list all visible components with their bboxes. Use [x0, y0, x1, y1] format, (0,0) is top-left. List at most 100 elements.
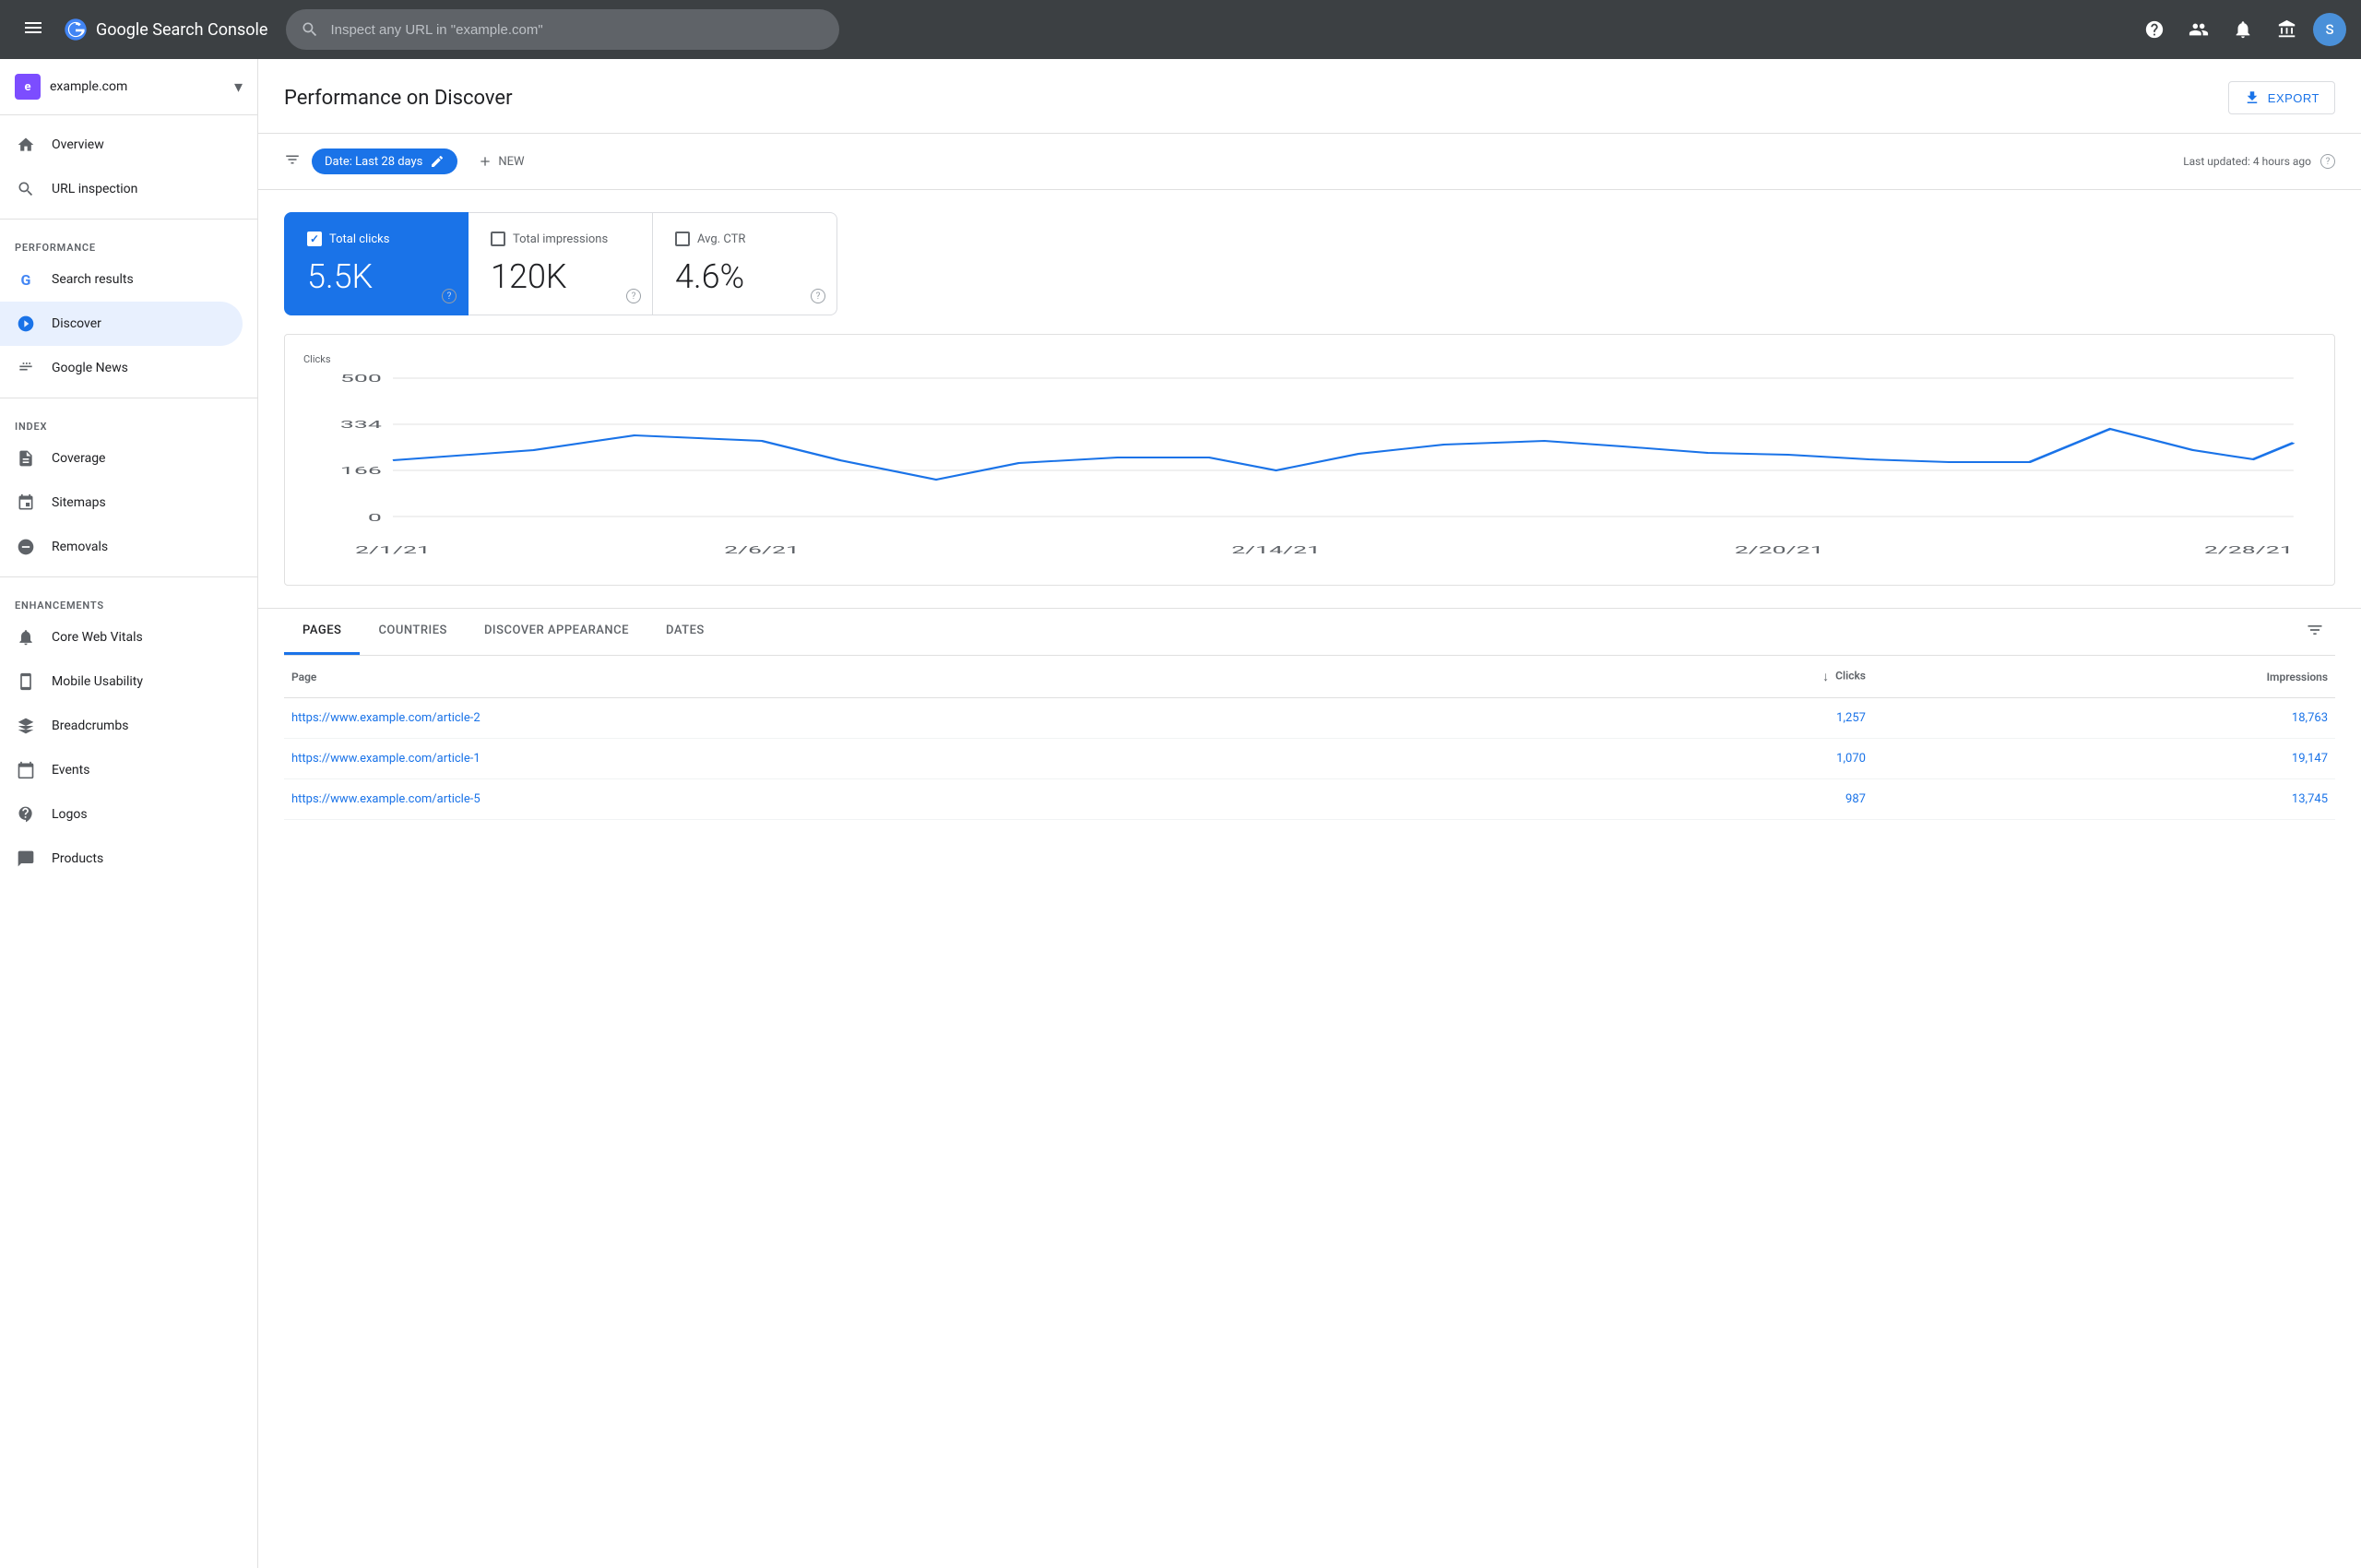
- data-table: Page ↓ Clicks Impressions https://www.ex…: [284, 656, 2335, 820]
- user-avatar[interactable]: S: [2313, 13, 2346, 46]
- sidebar-divider-3: [0, 576, 257, 577]
- nav-icons: S: [2136, 11, 2346, 48]
- tab-dates[interactable]: DATES: [647, 609, 723, 655]
- sidebar-item-logos[interactable]: Logos: [0, 792, 243, 837]
- discover-icon: [15, 313, 37, 335]
- sidebar: e example.com ▾ Overview URL inspection …: [0, 59, 258, 1568]
- sidebar-divider-1: [0, 219, 257, 220]
- new-filter-button[interactable]: NEW: [469, 148, 533, 174]
- table-section: PAGES COUNTRIES DISCOVER APPEARANCE DATE…: [258, 609, 2361, 842]
- metric-checkbox-ctr: [675, 232, 690, 246]
- export-button[interactable]: EXPORT: [2228, 81, 2335, 114]
- search-input[interactable]: [330, 22, 825, 38]
- sidebar-item-events[interactable]: Events: [0, 748, 243, 792]
- metric-value-ctr: 4.6%: [675, 257, 814, 296]
- sidebar-item-products[interactable]: Products: [0, 837, 243, 881]
- sidebar-item-discover[interactable]: Discover: [0, 302, 243, 346]
- events-icon: [15, 759, 37, 781]
- svg-text:2/20/21: 2/20/21: [1735, 544, 1824, 556]
- date-filter-chip[interactable]: Date: Last 28 days: [312, 148, 457, 174]
- sidebar-label-removals: Removals: [52, 540, 108, 554]
- page-title: Performance on Discover: [284, 87, 513, 110]
- tab-discover-appearance[interactable]: DISCOVER APPEARANCE: [466, 609, 647, 655]
- help-button[interactable]: [2136, 11, 2173, 48]
- sidebar-item-google-news[interactable]: Google News: [0, 346, 243, 390]
- sidebar-item-removals[interactable]: Removals: [0, 525, 243, 569]
- table-filter-icon[interactable]: [2295, 610, 2335, 655]
- metric-card-total-clicks[interactable]: ✓ Total clicks 5.5K ?: [284, 212, 469, 315]
- sidebar-item-breadcrumbs[interactable]: Breadcrumbs: [0, 704, 243, 748]
- sidebar-item-coverage[interactable]: Coverage: [0, 436, 243, 481]
- sidebar-item-core-web-vitals[interactable]: Core Web Vitals: [0, 615, 243, 659]
- app-logo: Google Search Console: [63, 17, 267, 42]
- search-nav-icon: [15, 178, 37, 200]
- svg-text:500: 500: [340, 373, 382, 385]
- main-header: Performance on Discover EXPORT: [258, 59, 2361, 134]
- sidebar-label-logos: Logos: [52, 807, 88, 822]
- filter-icon: [284, 151, 301, 172]
- metric-card-total-impressions[interactable]: Total impressions 120K ?: [469, 212, 653, 315]
- line-chart: 500 334 166 0 2/1/21 2/6/21 2/14/21 2/20…: [303, 369, 2316, 572]
- sidebar-label-overview: Overview: [52, 137, 104, 152]
- metric-help-clicks[interactable]: ?: [442, 289, 457, 303]
- metric-value-impressions: 120K: [491, 257, 630, 296]
- cell-page[interactable]: https://www.example.com/article-2: [284, 698, 1521, 739]
- sidebar-label-discover: Discover: [52, 316, 101, 331]
- table-row: https://www.example.com/article-5 987 13…: [284, 779, 2335, 820]
- app-layout: e example.com ▾ Overview URL inspection …: [0, 59, 2361, 1568]
- chart-area: Clicks 500 334 166 0 2/1/21: [258, 315, 2361, 609]
- col-header-clicks[interactable]: ↓ Clicks: [1521, 656, 1873, 698]
- vitals-icon: [15, 626, 37, 648]
- metric-value-clicks: 5.5K: [307, 257, 445, 296]
- sort-icon: ↓: [1822, 670, 1829, 684]
- property-chevron-icon: ▾: [234, 77, 243, 97]
- app-title: Google Search Console: [96, 20, 267, 40]
- notifications-button[interactable]: [2225, 11, 2261, 48]
- metrics-row: ✓ Total clicks 5.5K ? Total impressions …: [258, 190, 2361, 315]
- google-g-icon: G: [15, 268, 37, 291]
- apps-button[interactable]: [2269, 11, 2306, 48]
- tab-pages[interactable]: PAGES: [284, 609, 360, 655]
- svg-text:2/6/21: 2/6/21: [724, 544, 800, 556]
- topnav: Google Search Console S: [0, 0, 2361, 59]
- cell-clicks: 987: [1521, 779, 1873, 820]
- property-selector[interactable]: e example.com ▾: [0, 59, 257, 115]
- hamburger-menu[interactable]: [15, 9, 52, 51]
- sitemaps-icon: [15, 492, 37, 514]
- property-icon: e: [15, 74, 41, 100]
- svg-text:166: 166: [340, 465, 382, 477]
- sidebar-item-mobile-usability[interactable]: Mobile Usability: [0, 659, 243, 704]
- cell-impressions: 19,147: [1873, 739, 2335, 779]
- sidebar-label-mobile-usability: Mobile Usability: [52, 674, 143, 689]
- sidebar-label-products: Products: [52, 851, 103, 866]
- coverage-icon: [15, 447, 37, 469]
- tab-countries[interactable]: COUNTRIES: [360, 609, 466, 655]
- sidebar-item-overview[interactable]: Overview: [0, 123, 243, 167]
- metric-card-avg-ctr[interactable]: Avg. CTR 4.6% ?: [653, 212, 837, 315]
- svg-text:334: 334: [340, 419, 382, 431]
- sidebar-label-url-inspection: URL inspection: [52, 182, 137, 196]
- sidebar-item-search-results[interactable]: G Search results: [0, 257, 243, 302]
- products-icon: [15, 848, 37, 870]
- cell-page[interactable]: https://www.example.com/article-1: [284, 739, 1521, 779]
- property-name: example.com: [50, 79, 225, 94]
- table-row: https://www.example.com/article-2 1,257 …: [284, 698, 2335, 739]
- metric-help-ctr[interactable]: ?: [811, 289, 825, 303]
- svg-text:2/14/21: 2/14/21: [1231, 544, 1321, 556]
- download-icon: [2244, 89, 2260, 106]
- filter-bar: Date: Last 28 days NEW Last updated: 4 h…: [258, 134, 2361, 190]
- sidebar-item-url-inspection[interactable]: URL inspection: [0, 167, 243, 211]
- sidebar-item-sitemaps[interactable]: Sitemaps: [0, 481, 243, 525]
- users-button[interactable]: [2180, 11, 2217, 48]
- home-icon: [15, 134, 37, 156]
- svg-text:0: 0: [368, 512, 382, 524]
- search-bar[interactable]: [286, 9, 839, 50]
- sidebar-label-sitemaps: Sitemaps: [52, 495, 106, 510]
- last-updated-help-icon[interactable]: ?: [2320, 154, 2335, 169]
- cell-page[interactable]: https://www.example.com/article-5: [284, 779, 1521, 820]
- tabs-row: PAGES COUNTRIES DISCOVER APPEARANCE DATE…: [284, 609, 2335, 656]
- col-header-impressions[interactable]: Impressions: [1873, 656, 2335, 698]
- table-row: https://www.example.com/article-1 1,070 …: [284, 739, 2335, 779]
- metric-help-impressions[interactable]: ?: [626, 289, 641, 303]
- cell-impressions: 13,745: [1873, 779, 2335, 820]
